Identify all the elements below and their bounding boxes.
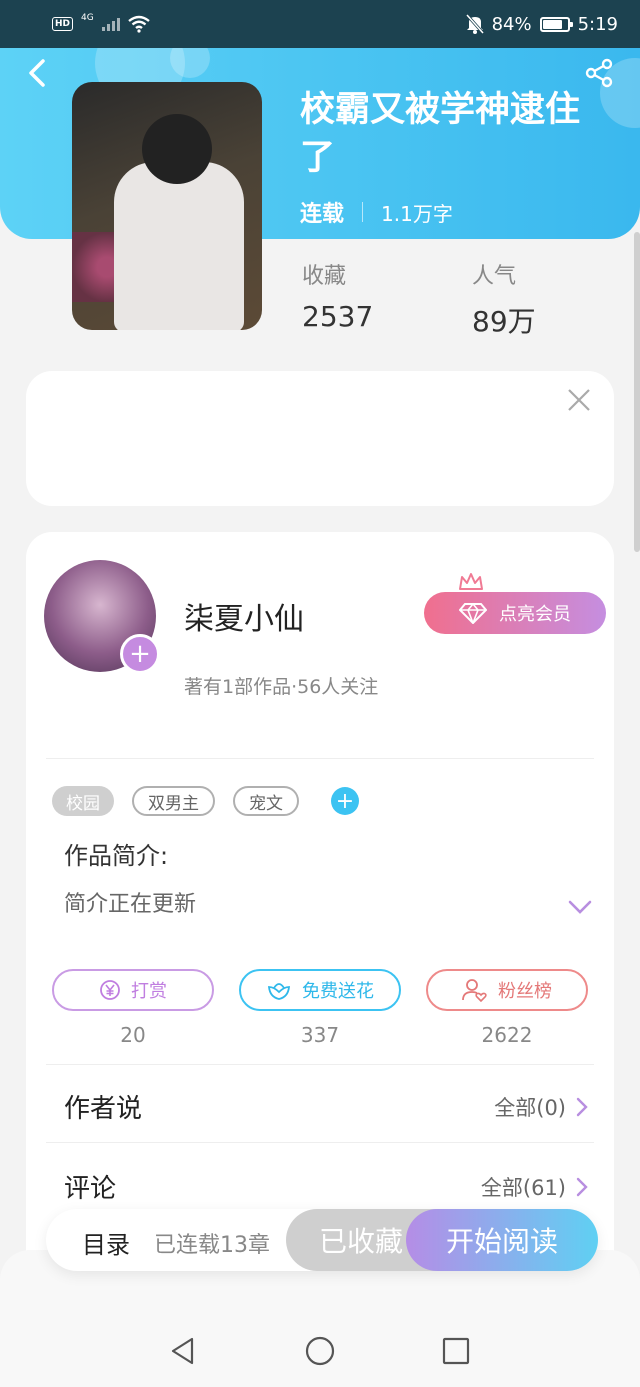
nav-recents-icon[interactable]	[441, 1336, 471, 1366]
nav-back-icon[interactable]	[168, 1336, 198, 1366]
flower-count: 337	[300, 1023, 340, 1047]
action-tip: 打赏 20	[52, 969, 214, 1047]
mute-bell-icon	[465, 14, 484, 34]
chevron-down-icon[interactable]	[568, 900, 592, 914]
word-count: 1.1万字	[381, 201, 453, 226]
add-tag-button[interactable]: +	[331, 787, 359, 815]
follow-plus-button[interactable]: +	[120, 634, 160, 674]
hd-indicator: HD	[52, 17, 74, 31]
nav-home-icon[interactable]	[305, 1336, 335, 1366]
scrollbar[interactable]	[634, 232, 640, 552]
start-reading-button[interactable]: 开始阅读	[406, 1209, 598, 1271]
tag-item[interactable]: 双男主	[132, 786, 215, 816]
stat-favorites: 收藏 2537	[302, 258, 373, 333]
crown-icon	[459, 573, 483, 590]
divider	[46, 758, 594, 759]
tip-label: 打赏	[131, 981, 167, 1002]
chevron-right-icon	[576, 1097, 588, 1116]
battery-percent: 84%	[491, 13, 532, 35]
author-summary: 著有1部作品·56人关注	[184, 676, 379, 698]
fans-count: 2622	[481, 1023, 533, 1047]
tip-button[interactable]: 打赏	[52, 969, 214, 1011]
tag-item[interactable]: 校园	[52, 786, 114, 816]
diamond-icon	[459, 602, 487, 624]
author-info-card: + 柒夏小仙 著有1部作品·56人关注 点亮会员 校园 双男主 宠文 + 作品简…	[26, 532, 614, 1292]
tip-count: 20	[120, 1023, 146, 1047]
comments-row[interactable]: 评论 全部(61)	[64, 1168, 588, 1205]
author-says-row[interactable]: 作者说 全部(0)	[64, 1088, 588, 1125]
comments-all[interactable]: 全部(61)	[481, 1172, 588, 1202]
back-button[interactable]	[22, 58, 52, 88]
stat-label: 收藏	[302, 264, 347, 289]
flower-icon	[268, 983, 290, 1000]
comments-all-label: 全部(61)	[480, 1175, 566, 1200]
action-fans: 粉丝榜 2622	[426, 969, 588, 1047]
fans-ranking-button[interactable]: 粉丝榜	[426, 969, 588, 1011]
signal-icon	[101, 17, 120, 31]
book-meta: 连载 1.1万字	[300, 196, 453, 228]
send-flower-button[interactable]: 免费送花	[239, 969, 401, 1011]
chevron-right-icon	[576, 1177, 588, 1196]
author-avatar[interactable]: +	[44, 560, 160, 674]
stat-value: 2537	[302, 300, 374, 333]
vip-label: 点亮会员	[499, 604, 571, 625]
send-flower-label: 免费送花	[302, 981, 374, 1002]
book-title: 校霸又被学神逮住了	[300, 90, 581, 178]
vip-button[interactable]: 点亮会员	[424, 592, 606, 634]
comments-title: 评论	[64, 1174, 117, 1204]
tag-item[interactable]: 宠文	[233, 786, 299, 816]
action-flower: 免费送花 337	[239, 969, 401, 1047]
status-bar: HD 4G 84% 5:19	[0, 0, 640, 48]
chapter-count: 已连载13章	[154, 1233, 270, 1258]
divider	[46, 1064, 594, 1065]
author-says-all[interactable]: 全部(0)	[494, 1092, 588, 1122]
tag-list: 校园 双男主 宠文 +	[52, 786, 359, 816]
author-name[interactable]: 柒夏小仙	[184, 594, 304, 638]
action-row: 打赏 20 免费送花 337 粉丝榜 2622	[52, 969, 588, 1047]
author-says-all-label: 全部(0)	[494, 1095, 566, 1120]
wifi-icon	[127, 15, 150, 33]
serial-status: 连载	[300, 202, 345, 227]
share-icon[interactable]	[584, 58, 614, 88]
meta-divider	[362, 202, 364, 222]
toc-button[interactable]: 目录	[82, 1225, 130, 1260]
stat-label: 人气	[472, 264, 517, 289]
user-heart-icon	[462, 979, 487, 1002]
divider	[46, 1142, 594, 1143]
stat-popularity: 人气 89万	[472, 258, 536, 340]
yen-coin-icon	[100, 980, 120, 1000]
chevron-left-icon	[29, 59, 45, 87]
close-icon[interactable]	[566, 387, 592, 413]
stat-value: 89万	[472, 305, 536, 338]
battery-icon	[539, 16, 573, 32]
network-type: 4G	[81, 13, 94, 23]
book-cover[interactable]	[72, 82, 262, 330]
reading-action-bar: 目录 已连载13章 已收藏 开始阅读	[46, 1209, 598, 1271]
fans-ranking-label: 粉丝榜	[498, 981, 552, 1002]
intro-text: 简介正在更新	[64, 892, 197, 917]
intro-title: 作品简介:	[64, 842, 169, 870]
clock: 5:19	[577, 13, 618, 35]
author-says-title: 作者说	[64, 1094, 143, 1124]
ad-card	[26, 371, 614, 506]
